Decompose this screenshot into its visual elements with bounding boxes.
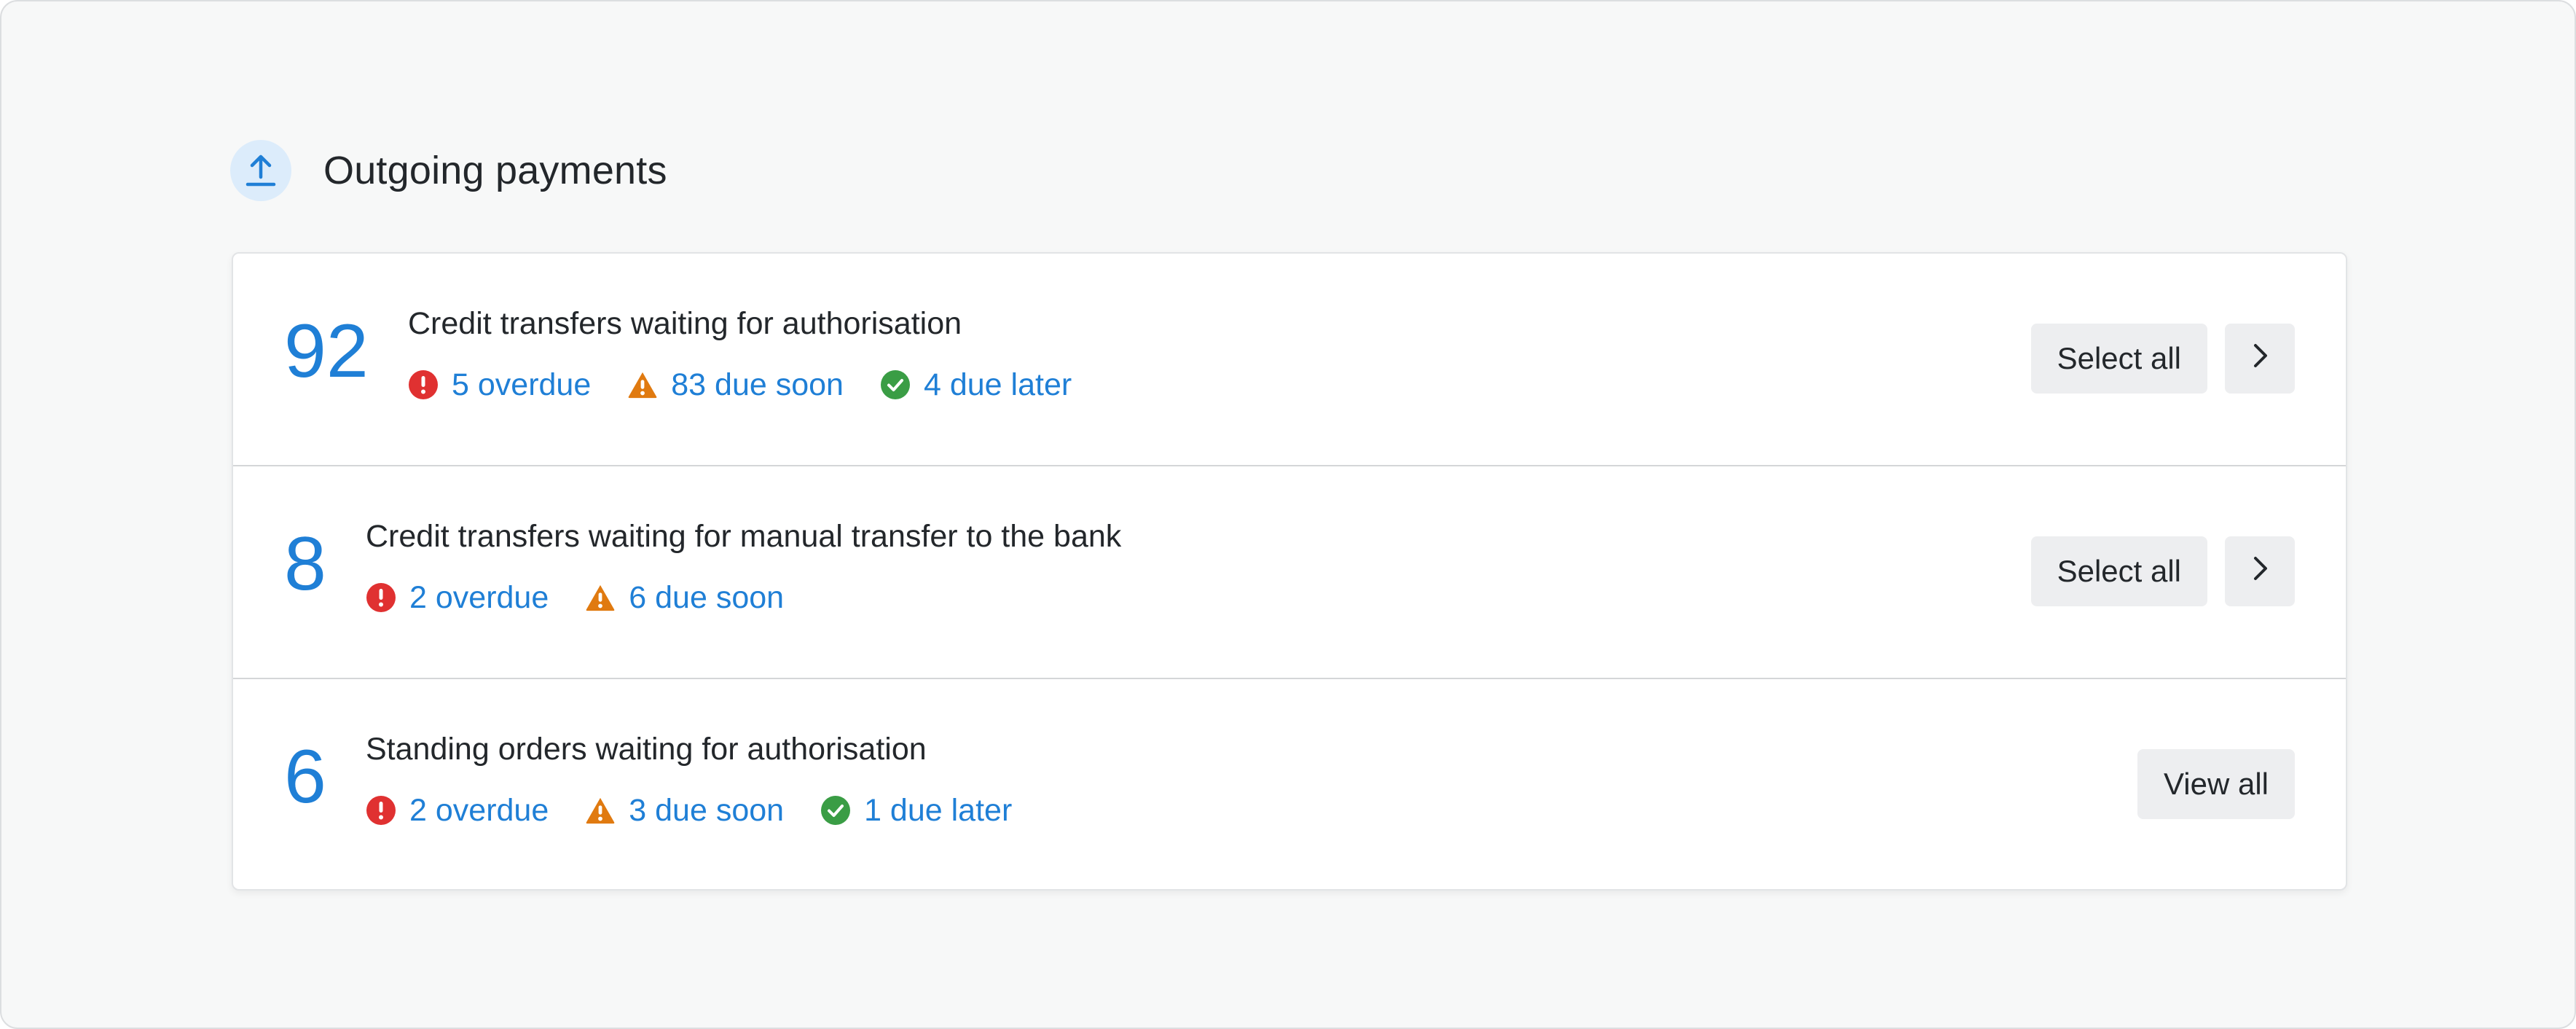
error-icon <box>366 582 396 613</box>
page-frame: Outgoing payments 92 Credit transfers wa… <box>0 0 2576 1029</box>
status-due-later: 4 due later <box>880 366 1072 404</box>
view-all-button[interactable]: View all <box>2137 749 2295 819</box>
status-due-soon: 83 due soon <box>627 366 844 404</box>
payment-group-row: 92 Credit transfers waiting for authoris… <box>233 254 2346 465</box>
group-title: Standing orders waiting for authorisatio… <box>366 732 927 767</box>
chevron-right-icon <box>2250 554 2270 589</box>
status-due-soon: 3 due soon <box>585 791 784 829</box>
row-actions: Select all <box>2030 536 2295 606</box>
group-count: 8 <box>284 522 326 606</box>
overdue-link[interactable]: 2 overdue <box>409 791 549 829</box>
section-header: Outgoing payments <box>230 140 667 201</box>
warning-icon <box>585 795 616 826</box>
due-soon-link[interactable]: 83 due soon <box>671 366 844 404</box>
group-body: Credit transfers waiting for manual tran… <box>366 517 1121 617</box>
overdue-link[interactable]: 5 overdue <box>452 366 591 404</box>
payments-card: 92 Credit transfers waiting for authoris… <box>232 252 2347 891</box>
upload-arrow-icon <box>230 140 291 201</box>
payment-group-row: 6 Standing orders waiting for authorisat… <box>233 678 2346 889</box>
status-list: 2 overdue 6 due soon <box>366 579 1121 617</box>
status-overdue: 2 overdue <box>366 579 549 617</box>
check-icon <box>820 795 851 826</box>
status-due-soon: 6 due soon <box>585 579 784 617</box>
select-all-button[interactable]: Select all <box>2030 536 2207 606</box>
group-count: 6 <box>284 735 326 819</box>
open-group-button[interactable] <box>2225 324 2295 394</box>
error-icon <box>366 795 396 826</box>
row-actions: View all <box>2137 749 2295 819</box>
warning-icon <box>585 582 616 613</box>
due-soon-link[interactable]: 3 due soon <box>629 791 784 829</box>
open-group-button[interactable] <box>2225 536 2295 606</box>
due-later-link[interactable]: 1 due later <box>864 791 1012 829</box>
check-icon <box>880 369 911 400</box>
chevron-right-icon <box>2250 341 2270 376</box>
section-title: Outgoing payments <box>323 149 667 192</box>
group-count: 92 <box>284 309 369 394</box>
select-all-button[interactable]: Select all <box>2030 324 2207 394</box>
overdue-link[interactable]: 2 overdue <box>409 579 549 617</box>
due-later-link[interactable]: 4 due later <box>924 366 1072 404</box>
group-body: Standing orders waiting for authorisatio… <box>366 730 1048 829</box>
error-icon <box>408 369 439 400</box>
group-title: Credit transfers waiting for authorisati… <box>408 306 962 341</box>
status-list: 5 overdue 83 due soon 4 due later <box>408 366 1108 404</box>
group-title: Credit transfers waiting for manual tran… <box>366 519 1122 554</box>
row-actions: Select all <box>2030 324 2295 394</box>
status-list: 2 overdue 3 due soon 1 due later <box>366 791 1048 829</box>
due-soon-link[interactable]: 6 due soon <box>629 579 784 617</box>
status-overdue: 5 overdue <box>408 366 591 404</box>
status-due-later: 1 due later <box>820 791 1012 829</box>
payment-group-row: 8 Credit transfers waiting for manual tr… <box>233 465 2346 678</box>
warning-icon <box>627 369 658 400</box>
status-overdue: 2 overdue <box>366 791 549 829</box>
group-body: Credit transfers waiting for authorisati… <box>408 305 1108 404</box>
